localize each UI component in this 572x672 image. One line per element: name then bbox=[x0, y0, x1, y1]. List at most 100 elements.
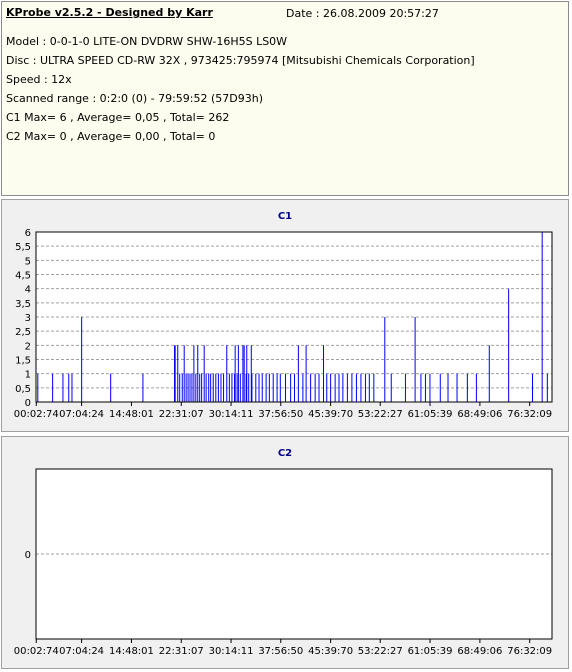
c1-y-tick-label: 1,5 bbox=[15, 356, 31, 367]
c1-bar bbox=[179, 373, 181, 402]
c2-x-tick-label: 53:22:27 bbox=[358, 646, 403, 657]
c1-bar bbox=[302, 373, 304, 402]
c1-bar bbox=[193, 345, 195, 402]
scan-date: Date : 26.08.2009 20:57:27 bbox=[286, 7, 439, 20]
c1-bar bbox=[183, 345, 185, 402]
c1-bar bbox=[276, 373, 278, 402]
c1-bar bbox=[390, 373, 392, 402]
c1-x-tick-label: 61:05:39 bbox=[408, 409, 453, 420]
c2-x-tick-label: 61:05:39 bbox=[408, 646, 453, 657]
c2-x-tick-label: 37:56:50 bbox=[258, 646, 303, 657]
c1-x-tick-label: 53:22:27 bbox=[358, 409, 403, 420]
c1-bar bbox=[373, 373, 375, 402]
c1-x-tick-label: 76:32:09 bbox=[507, 409, 552, 420]
model-line: Model : 0-0-1-0 LITE-ON DVDRW SHW-16H5S … bbox=[6, 35, 288, 48]
c1-x-tick-label: 68:49:06 bbox=[457, 409, 502, 420]
c1-bar bbox=[236, 373, 238, 402]
c1-y-tick-label: 4 bbox=[25, 285, 31, 296]
c2-chart-title: C2 bbox=[278, 448, 292, 459]
c1-bar bbox=[447, 373, 449, 402]
c2-x-tick-label: 30:14:11 bbox=[209, 646, 254, 657]
c1-bar bbox=[217, 373, 219, 402]
c1-bar bbox=[323, 345, 325, 402]
c1-bar bbox=[466, 373, 468, 402]
c1-x-tick-label: 37:56:50 bbox=[258, 409, 303, 420]
c1-bar bbox=[532, 373, 534, 402]
c1-bar bbox=[185, 373, 187, 402]
c1-bar bbox=[177, 345, 179, 402]
scanned-range-line: Scanned range : 0:2:0 (0) - 79:59:52 (57… bbox=[6, 92, 264, 105]
c1-bar bbox=[205, 373, 207, 402]
c1-bar bbox=[110, 373, 112, 402]
c1-bar bbox=[338, 373, 340, 402]
c1-bar bbox=[261, 373, 263, 402]
c1-bar bbox=[364, 373, 366, 402]
c1-y-tick-label: 3,5 bbox=[15, 299, 31, 310]
c1-bar bbox=[488, 345, 490, 402]
c1-summary-line: C1 Max= 6 , Average= 0,05 , Total= 262 bbox=[6, 111, 230, 124]
c1-bar bbox=[208, 373, 210, 402]
c2-summary-line: C2 Max= 0 , Average= 0,00 , Total= 0 bbox=[6, 130, 216, 143]
c1-y-tick-label: 6 bbox=[25, 228, 31, 239]
c1-bar bbox=[546, 373, 548, 402]
c1-y-tick-label: 4,5 bbox=[15, 271, 31, 282]
c1-bar bbox=[220, 373, 222, 402]
c1-bar bbox=[384, 317, 386, 402]
c1-bar bbox=[314, 373, 316, 402]
c1-bar bbox=[475, 373, 477, 402]
c1-bar bbox=[223, 373, 225, 402]
c1-bar bbox=[297, 345, 299, 402]
c1-bar bbox=[368, 373, 370, 402]
c1-bar bbox=[272, 373, 274, 402]
c1-bar bbox=[255, 373, 257, 402]
c1-x-tick-label: 45:39:70 bbox=[308, 409, 353, 420]
c1-bar bbox=[265, 373, 267, 402]
c1-bar bbox=[210, 373, 212, 402]
speed-line: Speed : 12x bbox=[6, 73, 72, 86]
c1-y-tick-label: 2 bbox=[25, 341, 31, 352]
c2-x-tick-label: 14:48:01 bbox=[109, 646, 154, 657]
c1-bar bbox=[414, 317, 416, 402]
c1-y-tick-label: 0 bbox=[25, 398, 31, 409]
c1-bar bbox=[508, 288, 510, 402]
c1-bar bbox=[268, 373, 270, 402]
c1-bar bbox=[226, 345, 228, 402]
c1-bar bbox=[310, 373, 312, 402]
c1-bar bbox=[305, 345, 307, 402]
c1-bar bbox=[429, 373, 431, 402]
c1-bar bbox=[246, 345, 248, 402]
c1-bar bbox=[191, 373, 193, 402]
c1-bar bbox=[231, 373, 233, 402]
c1-bar bbox=[81, 317, 83, 402]
c1-bar bbox=[258, 373, 260, 402]
c1-bar bbox=[326, 373, 328, 402]
c1-bar bbox=[71, 373, 73, 402]
c1-bar bbox=[215, 373, 217, 402]
c1-bar bbox=[330, 373, 332, 402]
c1-y-tick-label: 3 bbox=[25, 313, 31, 324]
c1-bar bbox=[189, 373, 191, 402]
c1-bar bbox=[243, 345, 245, 402]
c1-chart-panel: C1 0 0,5 1 1,5 2 2,5 3 3,5 4 4,5 5 5,5 6 00:02:74 07:04… bbox=[1, 199, 569, 432]
c1-bar bbox=[279, 373, 281, 402]
c1-bar bbox=[68, 373, 70, 402]
c1-bar bbox=[237, 345, 239, 402]
c1-bar bbox=[456, 373, 458, 402]
c1-chart: C1 0 0,5 1 1,5 2 2,5 3 3,5 4 4,5 5 5,5 6 00:02:74 07:04… bbox=[14, 211, 553, 420]
c1-bar bbox=[187, 373, 189, 402]
disc-line: Disc : ULTRA SPEED CD-RW 32X , 973425:79… bbox=[6, 54, 475, 67]
c1-x-tick-label: 30:14:11 bbox=[209, 409, 254, 420]
c2-x-tick-label: 22:31:07 bbox=[159, 646, 204, 657]
c1-bar bbox=[201, 373, 203, 402]
c1-bar bbox=[294, 373, 295, 402]
c2-x-tick-label: 07:04:24 bbox=[59, 646, 104, 657]
c1-bar bbox=[351, 373, 353, 402]
c1-bar bbox=[334, 373, 336, 402]
c1-bar bbox=[212, 373, 214, 402]
c1-bar bbox=[242, 345, 244, 402]
c1-bar bbox=[181, 373, 183, 402]
c1-bar bbox=[420, 373, 422, 402]
c1-y-tick-label: 2,5 bbox=[15, 327, 31, 338]
c2-chart: C2 0 00:02:74 07:04:24 14:48:01 22:31:07 30:14… bbox=[14, 448, 553, 657]
c2-y-tick-label: 0 bbox=[25, 550, 31, 561]
